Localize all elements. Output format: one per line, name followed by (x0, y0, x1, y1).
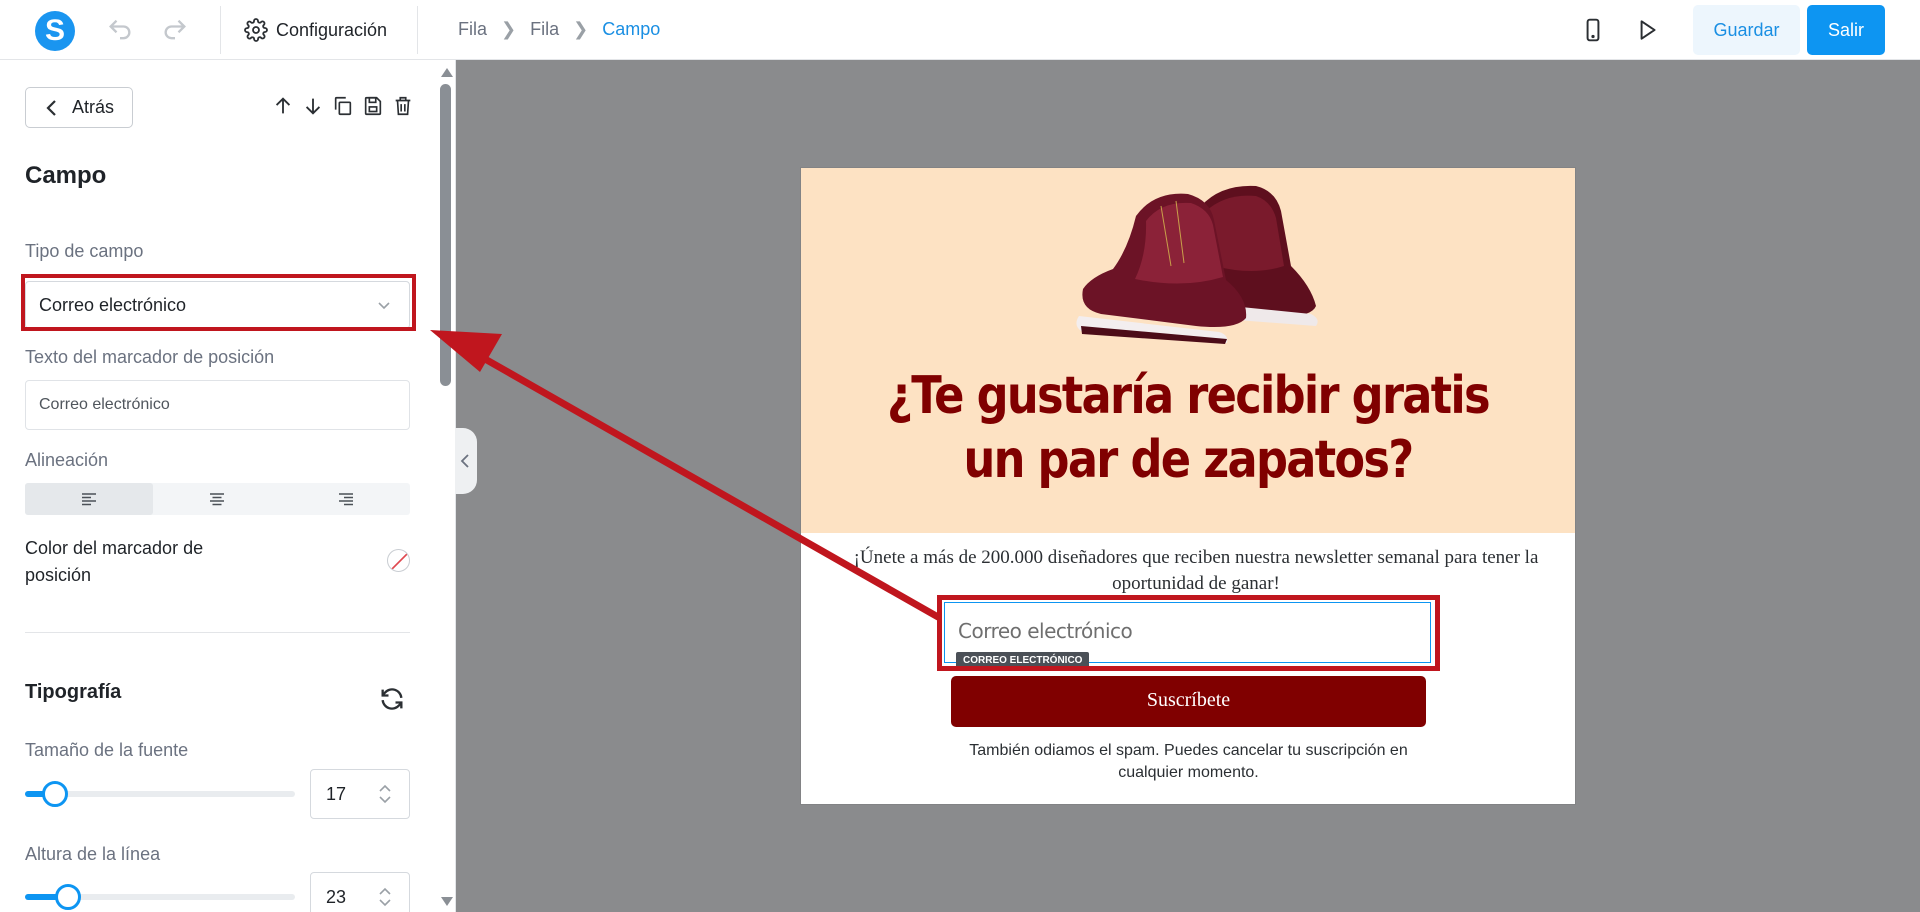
field-type-label: Tipo de campo (25, 241, 144, 261)
highlight-box (21, 274, 416, 331)
slider-handle[interactable] (55, 884, 82, 910)
highlight-box (937, 595, 1440, 671)
reset-icon[interactable] (378, 685, 406, 713)
align-left-button[interactable] (25, 483, 154, 515)
properties-panel: Atrás Campo Tipo de campo Correo electró… (0, 60, 456, 912)
play-icon[interactable] (1634, 16, 1660, 44)
breadcrumb: Fila ❯ Fila ❯ Campo (458, 19, 660, 40)
font-size-slider[interactable] (25, 781, 295, 807)
gear-icon (244, 18, 268, 42)
chevron-left-icon (460, 454, 469, 468)
font-size-value: 17 (326, 784, 347, 804)
popup-fineprint: También odiamos el spam. Puedes cancelar… (969, 742, 1408, 781)
element-toolbar (272, 94, 414, 118)
divider (417, 6, 418, 54)
scroll-up-arrow[interactable] (441, 68, 453, 77)
breadcrumb-item[interactable]: Fila (458, 19, 487, 40)
settings-label: Configuración (276, 19, 388, 40)
typography-title: Tipografía (25, 681, 122, 703)
top-bar: S Configuración Fila ❯ Fila ❯ Campo Guar… (0, 0, 1920, 60)
align-center-button[interactable] (153, 483, 281, 515)
placeholder-color-label: Color del marcador de posición (25, 538, 204, 585)
hero-section: ¿Te gustaría recibir gratis un par de za… (801, 168, 1575, 533)
stepper-icon[interactable] (377, 782, 393, 806)
alignment-label: Alineación (25, 450, 109, 470)
align-left-icon (82, 493, 97, 506)
placeholder-color-swatch[interactable] (387, 549, 410, 572)
breadcrumb-current[interactable]: Campo (602, 19, 660, 40)
stepper-icon[interactable] (377, 885, 393, 909)
divider (220, 6, 221, 54)
app-logo[interactable]: S (35, 11, 75, 51)
chevron-right-icon: ❯ (573, 19, 589, 39)
duplicate-icon[interactable] (332, 94, 354, 118)
scrollbar-thumb[interactable] (440, 84, 451, 386)
breadcrumb-item[interactable]: Fila (530, 19, 559, 40)
line-height-slider[interactable] (25, 884, 295, 910)
align-right-button[interactable] (282, 483, 410, 515)
back-label: Atrás (72, 97, 115, 117)
subscribe-button[interactable]: Suscríbete (951, 676, 1426, 727)
no-color-icon (391, 553, 408, 570)
chevron-right-icon: ❯ (501, 19, 517, 39)
slider-handle[interactable] (41, 781, 68, 807)
panel-title: Campo (25, 162, 107, 189)
font-size-label: Tamaño de la fuente (25, 740, 189, 760)
placeholder-text-input[interactable]: Correo electrónico (25, 380, 410, 430)
mobile-preview-icon[interactable] (1580, 16, 1606, 44)
trash-icon[interactable] (392, 94, 414, 118)
collapse-panel-tab[interactable] (455, 428, 477, 494)
back-button[interactable]: Atrás (25, 87, 133, 128)
save-icon[interactable] (362, 94, 384, 118)
placeholder-text-label: Texto del marcador de posición (25, 347, 275, 367)
save-button[interactable]: Guardar (1693, 5, 1800, 55)
popup-headline: ¿Te gustaría recibir gratis un par de za… (887, 366, 1491, 490)
move-up-icon[interactable] (272, 94, 294, 118)
sneakers-image (1076, 185, 1318, 344)
align-right-icon (338, 493, 353, 506)
undo-icon[interactable] (106, 16, 134, 44)
line-height-value: 23 (326, 887, 347, 907)
line-height-label: Altura de la línea (25, 844, 161, 864)
settings-button[interactable]: Configuración (244, 14, 387, 46)
scroll-down-arrow[interactable] (441, 897, 453, 906)
font-size-input[interactable]: 17 (310, 769, 410, 819)
align-center-icon (210, 493, 225, 506)
chevron-left-icon (46, 99, 56, 116)
section-divider (25, 632, 410, 633)
alignment-control (25, 483, 410, 515)
exit-button[interactable]: Salir (1807, 5, 1885, 55)
line-height-input[interactable]: 23 (310, 872, 410, 912)
redo-icon[interactable] (161, 16, 189, 44)
popup-preview: ¿Te gustaría recibir gratis un par de za… (801, 168, 1575, 804)
move-down-icon[interactable] (302, 94, 324, 118)
popup-subtext: ¡Únete a más de 200.000 diseñadores que … (853, 547, 1539, 594)
